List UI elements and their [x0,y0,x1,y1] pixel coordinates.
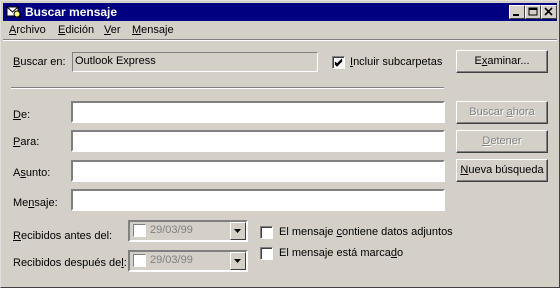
checkmark-icon [334,58,343,67]
is-flagged-checkbox[interactable] [260,247,273,260]
find-now-button[interactable]: Buscar ahora [456,101,548,124]
received-after-label: Recibidos después del: [13,257,127,269]
menu-divider [3,39,557,41]
from-input[interactable] [73,103,443,121]
browse-button[interactable]: Examinar... [456,50,548,73]
received-before-dropdown-button[interactable] [230,222,246,240]
close-button[interactable] [541,5,557,19]
menu-mensaje[interactable]: Mensaje [132,24,174,36]
find-message-icon [6,4,22,20]
new-search-button[interactable]: Nueva búsqueda [456,159,548,182]
search-in-folder: Outlook Express [72,52,318,72]
message-label: Mensaje: [13,197,58,209]
menu-edicion[interactable]: Edición [58,24,94,36]
subject-label: Asunto: [13,167,51,179]
received-after-dropdown-button[interactable] [230,252,246,270]
maximize-button[interactable] [525,5,541,19]
from-field[interactable] [71,101,445,123]
message-input[interactable] [73,191,443,209]
menu-archivo[interactable]: Archivo [9,24,46,36]
received-before-checkbox[interactable] [133,224,146,237]
subject-input[interactable] [73,162,443,180]
message-field[interactable] [71,189,445,211]
stop-button[interactable]: Detener [456,130,548,153]
from-label: De: [13,109,31,121]
chevron-down-icon [234,229,241,233]
received-before-date-picker[interactable]: 29/03/99 [128,220,248,242]
section-divider [11,87,444,89]
search-in-label: Buscar en: [13,56,66,68]
menu-bar: Archivo Edición Ver Mensaje [3,22,557,40]
is-flagged-label[interactable]: El mensaje está marcado [279,247,403,259]
to-label: Para: [13,136,40,148]
minimize-button[interactable] [509,5,525,19]
received-before-label: Recibidos antes del: [13,230,113,242]
received-after-date-picker[interactable]: 29/03/99 [128,250,248,272]
received-after-checkbox[interactable] [133,254,146,267]
received-after-date: 29/03/99 [150,254,193,266]
has-attachments-checkbox[interactable] [260,226,273,239]
chevron-down-icon [234,259,241,263]
title-bar[interactable]: Buscar mensaje [3,3,557,21]
find-message-window: Buscar mensaje Archivo Edición Ver Mensa… [0,0,560,288]
include-subfolders-label[interactable]: Incluir subcarpetas [350,56,442,68]
menu-ver[interactable]: Ver [104,24,121,36]
to-field[interactable] [71,130,445,152]
has-attachments-label[interactable]: El mensaje contiene datos adjuntos [279,226,453,238]
to-input[interactable] [73,132,443,150]
include-subfolders-checkbox[interactable] [332,56,345,69]
subject-field[interactable] [71,160,445,182]
window-title: Buscar mensaje [25,5,118,19]
received-before-date: 29/03/99 [150,224,193,236]
